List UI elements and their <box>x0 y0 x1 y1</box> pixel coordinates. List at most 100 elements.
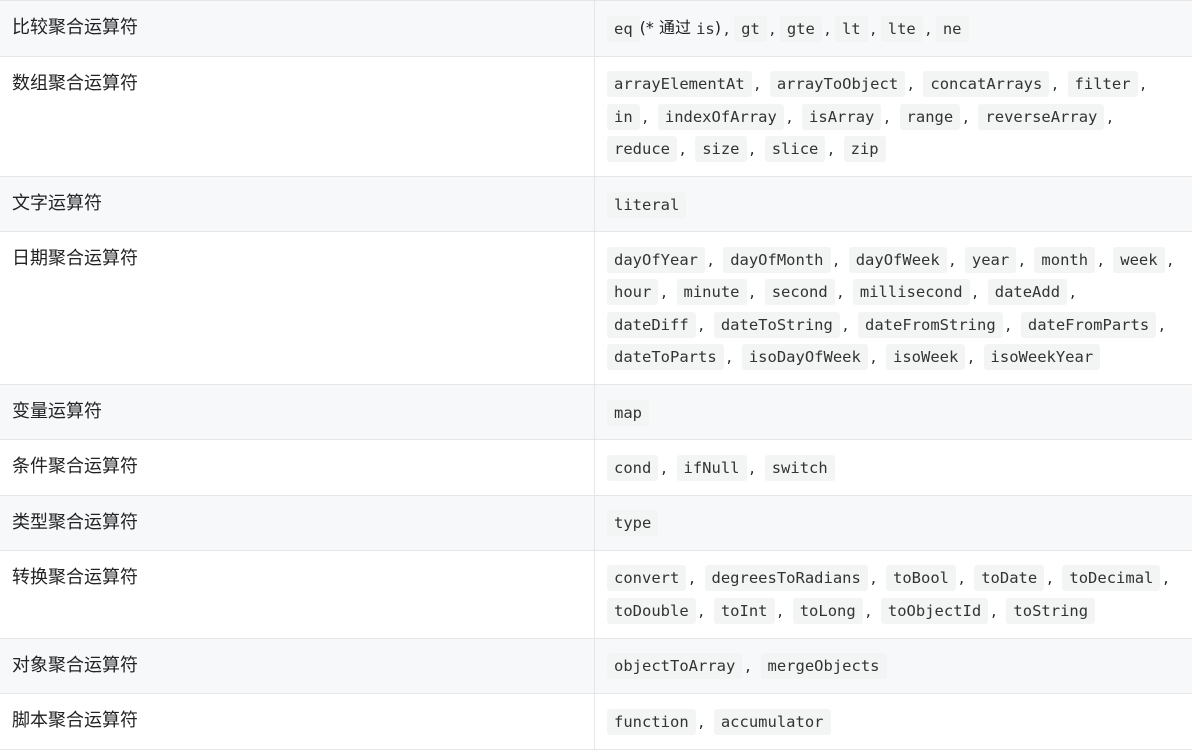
operator-code: minute <box>676 279 747 305</box>
operator-code: zip <box>843 136 886 162</box>
separator: , <box>1107 106 1113 126</box>
operator-code: toLong <box>792 597 863 624</box>
separator: , <box>1159 314 1165 334</box>
operators-cell: literal <box>595 177 1193 232</box>
separator: , <box>724 18 730 38</box>
operator-code: isoWeek <box>886 344 966 370</box>
operators-cell: type <box>595 495 1193 550</box>
operator-code: reduce <box>607 136 677 162</box>
operator-code: switch <box>764 454 835 481</box>
separator: , <box>749 457 755 477</box>
separator: , <box>786 106 792 126</box>
separator: , <box>1005 314 1011 334</box>
operator-code: map <box>607 399 649 426</box>
operator-code: range <box>899 103 961 130</box>
operator-code: indexOfArray <box>657 103 784 130</box>
operator-code: month <box>1034 246 1096 273</box>
table-row: 条件聚合运算符 cond, ifNull, switch <box>0 439 1193 496</box>
table-row: 脚本聚合运算符 function, accumulator <box>0 693 1193 750</box>
operator-code: dayOfWeek <box>848 246 947 273</box>
table-row: 变量运算符 map <box>0 384 1193 440</box>
table-row: 日期聚合运算符 dayOfYear, dayOfMonth, dayOfWeek… <box>0 231 1193 385</box>
separator: , <box>754 74 760 93</box>
separator: , <box>689 568 695 587</box>
note-code: is <box>696 19 715 38</box>
operator-code: arrayToObject <box>769 71 906 97</box>
operator-code: millisecond <box>852 279 970 305</box>
separator: , <box>698 600 704 620</box>
separator: , <box>968 347 974 366</box>
separator: , <box>865 600 871 620</box>
separator: , <box>661 282 667 301</box>
operators-cell: function, accumulator <box>595 694 1193 750</box>
operator-code: ifNull <box>676 454 747 481</box>
operator-code: week <box>1113 246 1165 273</box>
operators-cell: cond, ifNull, switch <box>595 440 1193 496</box>
category-cell: 数组聚合运算符 <box>0 56 595 177</box>
separator: , <box>749 139 755 158</box>
separator: , <box>698 711 704 731</box>
operator-code: dateAdd <box>987 279 1068 305</box>
separator: , <box>777 600 783 620</box>
operators-cell: eq (* 通过 is), gt, gte, lt, lte, ne <box>595 1 1193 57</box>
category-cell: 类型聚合运算符 <box>0 495 595 550</box>
separator: , <box>749 282 755 301</box>
separator: , <box>1140 74 1146 93</box>
separator: , <box>972 282 978 301</box>
separator: , <box>769 18 775 38</box>
operators-cell: convert, degreesToRadians, toBool, toDat… <box>595 550 1193 638</box>
operator-code: gte <box>779 15 822 42</box>
operators-cell: map <box>595 385 1193 440</box>
separator: , <box>726 347 732 366</box>
separator: , <box>842 314 848 334</box>
operator-code: dateFromParts <box>1020 311 1157 338</box>
separator: , <box>925 18 931 38</box>
category-cell: 比较聚合运算符 <box>0 0 595 56</box>
separator: , <box>833 249 839 269</box>
separator: , <box>959 568 965 587</box>
operator-code: dateFromString <box>858 311 1003 338</box>
separator: , <box>1019 249 1025 269</box>
category-cell: 文字运算符 <box>0 176 595 232</box>
operator-code: convert <box>607 565 687 591</box>
separator: , <box>708 249 714 269</box>
separator: , <box>908 74 914 93</box>
operator-code: dateDiff <box>607 311 696 338</box>
separator: , <box>870 18 876 38</box>
note-prefix: (* 通过 <box>639 18 697 37</box>
separator: , <box>991 600 997 620</box>
separator: , <box>698 314 704 334</box>
operator-code: toDouble <box>607 597 696 624</box>
table-row: 文字运算符 literal <box>0 176 1193 232</box>
operators-cell: dayOfYear, dayOfMonth, dayOfWeek, year, … <box>595 232 1193 385</box>
category-cell: 日期聚合运算符 <box>0 231 595 385</box>
operator-code: toDecimal <box>1062 565 1161 591</box>
operator-code: gt <box>734 15 767 42</box>
note-suffix: ) <box>714 18 722 37</box>
separator: , <box>963 106 969 126</box>
operator-code: lt <box>834 15 868 42</box>
operator-code: isArray <box>802 103 882 130</box>
operator-code: function <box>607 708 696 735</box>
operator-code: degreesToRadians <box>704 565 868 591</box>
operator-code: toString <box>1006 597 1096 624</box>
separator: , <box>745 656 751 675</box>
category-cell: 转换聚合运算符 <box>0 550 595 638</box>
category-cell: 脚本聚合运算符 <box>0 693 595 749</box>
category-cell: 对象聚合运算符 <box>0 638 595 694</box>
operator-code: objectToArray <box>607 653 743 679</box>
operator-code: hour <box>607 279 659 305</box>
separator: , <box>1163 568 1169 587</box>
operator-code: in <box>607 103 640 130</box>
table-row: 对象聚合运算符 objectToArray, mergeObjects <box>0 638 1192 694</box>
operator-code: eq <box>607 15 640 42</box>
operator-code: dayOfMonth <box>723 246 831 273</box>
operator-code: accumulator <box>713 708 831 735</box>
separator: , <box>828 139 834 158</box>
separator: , <box>837 282 843 301</box>
separator: , <box>1098 249 1104 269</box>
separator: , <box>680 139 686 158</box>
operator-code: dateToString <box>713 311 840 338</box>
table-row: 转换聚合运算符 convert, degreesToRadians, toBoo… <box>0 550 1192 638</box>
operator-code: size <box>695 136 747 162</box>
